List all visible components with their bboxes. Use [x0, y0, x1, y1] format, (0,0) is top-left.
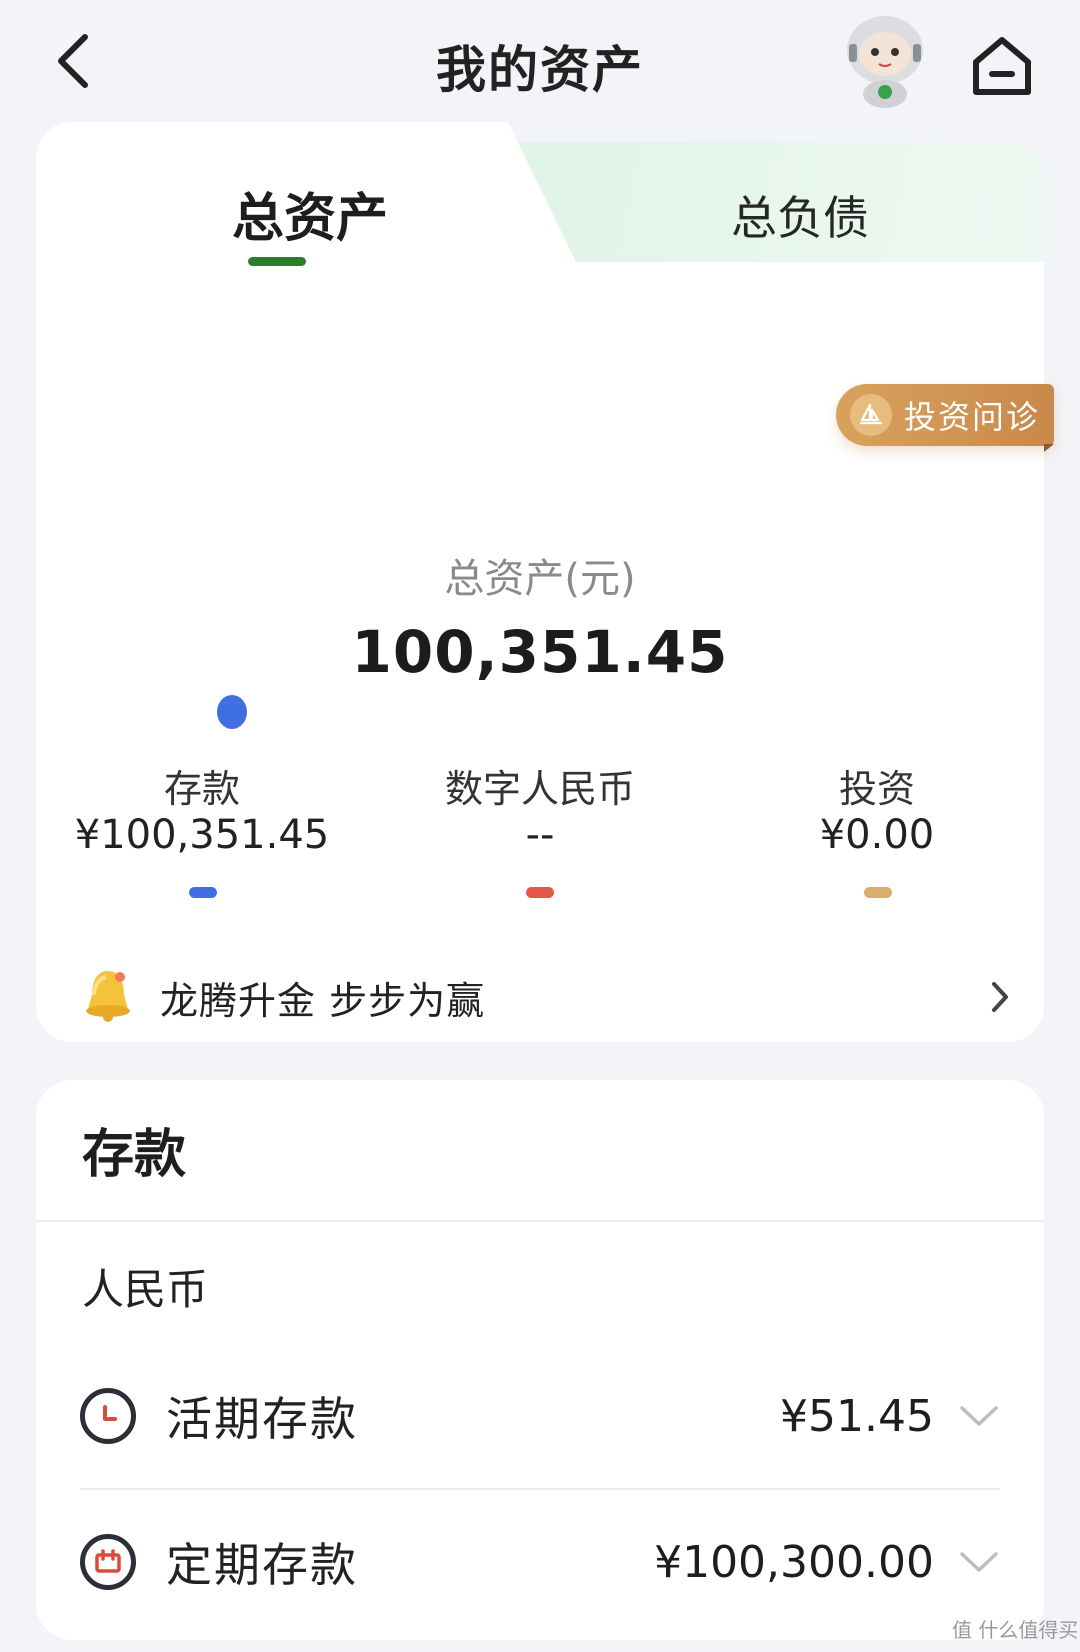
home-button[interactable]: [966, 30, 1038, 102]
category-investment-value: ¥0.00: [819, 812, 935, 858]
demand-deposit-amount: ¥51.45: [780, 1390, 934, 1442]
total-assets-value: 100,351.45: [351, 618, 729, 686]
deposit-title: 存款: [82, 1125, 187, 1185]
fixed-deposit-amount: ¥100,300.00: [654, 1536, 934, 1588]
divider: [36, 1220, 1044, 1222]
category-deposit-name: 存款: [163, 767, 240, 811]
active-tab-indicator: [248, 257, 306, 266]
category-investment-name: 投资: [838, 767, 915, 811]
divider: [80, 1488, 1000, 1490]
promo-banner[interactable]: 龙腾升金 步步为赢: [80, 962, 1010, 1032]
fixed-deposit-label: 定期存款: [166, 1538, 358, 1592]
currency-label: 人民币: [82, 1265, 209, 1314]
bell-icon: [80, 965, 136, 1029]
sailboat-icon: [850, 394, 892, 436]
investment-diagnosis-label: 投资问诊: [904, 398, 1041, 436]
category-deposit-bar: [189, 887, 217, 898]
robot-assistant-icon[interactable]: [835, 10, 935, 110]
category-investment-bar: [864, 887, 892, 898]
fixed-deposit-row[interactable]: 定期存款 ¥100,300.00: [80, 1522, 1000, 1602]
category-ecny-name: 数字人民币: [444, 767, 635, 811]
chevron-right-icon: [990, 980, 1010, 1018]
clock-icon: [80, 1388, 136, 1444]
investment-diagnosis-button[interactable]: 投资问诊: [836, 384, 1054, 446]
watermark: 值 什么值得买: [952, 1618, 1079, 1642]
chevron-down-icon[interactable]: [958, 1404, 1000, 1432]
total-assets-label: 总资产(元): [444, 556, 636, 602]
demand-deposit-label: 活期存款: [166, 1392, 358, 1446]
category-deposit-value: ¥100,351.45: [74, 812, 330, 858]
tab-total-assets[interactable]: 总资产: [160, 176, 460, 251]
demand-deposit-row[interactable]: 活期存款 ¥51.45: [80, 1376, 1000, 1456]
badge-tail: [1044, 444, 1054, 452]
tab-total-liabilities[interactable]: 总负债: [650, 182, 950, 248]
chevron-down-icon[interactable]: [958, 1550, 1000, 1578]
calendar-icon: [80, 1534, 136, 1590]
promo-text: 龙腾升金 步步为赢: [160, 978, 486, 1023]
category-ecny-value: --: [525, 812, 555, 858]
home-icon: [973, 37, 1031, 95]
category-ecny-bar: [526, 887, 554, 898]
chart-dot: [217, 695, 247, 729]
